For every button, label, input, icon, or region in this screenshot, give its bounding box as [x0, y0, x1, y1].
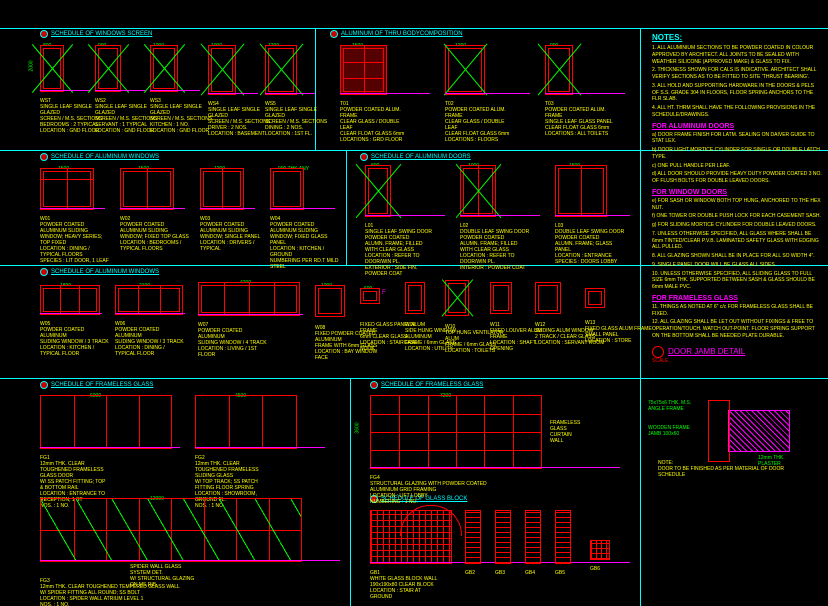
cell-l01: 800 L01 SINGLE LEAF SWING DOOR POWDER CO… [365, 165, 435, 277]
cell-w01: 1500 W01 POWDER COATED ALUMINUM SLIDING … [40, 168, 110, 264]
notes-subhead: FOR FRAMELESS GLASS [652, 295, 822, 302]
cell-gb5: GB5 [555, 510, 571, 576]
cell-w03: 1200 W03 POWDER COATED ALUMINUM SLIDING … [200, 168, 270, 252]
cell-l02: 1000 L02 DOUBLE LEAF SWING DOOR POWDER C… [460, 165, 530, 271]
cell-w06: 2100 W06 POWDER COATED ALUMINUM SLIDING … [115, 285, 185, 357]
cell-t03: 900 T03 POWDER COATED ALUM. FRAME SINGLE… [545, 45, 615, 137]
section-title: SCHEDULE OF ALUMINUM WINDOWS [40, 268, 159, 276]
cell-gb4: GB4 [525, 510, 541, 576]
section-title: SCHEDULE OF FRAMELESS GLASS [370, 381, 483, 389]
cell-t01: 1500 T01 POWDER COATED ALUM. FRAME CLEAR… [340, 45, 410, 143]
cell-w05: 1800 W05 POWDER COATED ALUMINUM SLIDING … [40, 285, 110, 357]
cell-l03: 1500 L03 DOUBLE LEAF SWING DOOR POWDER C… [555, 165, 625, 265]
notes-block: NOTES: 1. ALL ALUMINIUM SECTIONS TO BE P… [652, 30, 822, 364]
rule-v [350, 378, 351, 606]
rule-v [346, 150, 347, 265]
cell-w07: 4200 W07 POWDER COATED ALUMINUM SLIDING … [198, 282, 300, 358]
cad-sheet: SCHEDULE OF WINDOWS SCREEN ALUMINUM OF T… [0, 0, 828, 606]
cell-ws5: 1200 WS5 SINGLE LEAF SINGLE GLAZED SCREE… [265, 45, 335, 137]
section-title: SCHEDULE OF ALUMINUM WINDOWS [40, 153, 159, 161]
cell-fg4: 7200 3600 FRAMELESS GLASS CURTAIN WALL F… [370, 395, 542, 505]
cell-gb3: GB3 [495, 510, 511, 576]
cell-fg1: 6000 FG1 12mm THK. CLEAR TOUGHENED FRAME… [40, 395, 172, 509]
cell-w02: 1500 W02 POWDER COATED ALUMINUM SLIDING … [120, 168, 190, 252]
cell-gb2: GB2 [465, 510, 481, 576]
cell-t02: 1200 T02 POWDER COATED ALUM. FRAME CLEAR… [445, 45, 515, 143]
door-jamb-detail: 75x75x6 THK. M.S. ANGLE FRAME WOODEN FRA… [688, 400, 808, 480]
cell-w13: W13 FIXED GLASS ALUM FRAME SMALL PANEL L… [585, 288, 652, 344]
section-title: SCHEDULE OF FRAMELESS GLASS [40, 381, 153, 389]
notes-subhead: FOR ALUMINUM DOORS [652, 123, 822, 130]
rule-h [0, 378, 828, 379]
notes-subhead: FOR WINDOW DOORS [652, 189, 822, 196]
section-title: SCHEDULE OF ALUMINUM DOORS [360, 153, 471, 161]
cell-fg3: 12000 SPIDER WALL GLASS SYSTEM DET. W/ S… [40, 498, 302, 606]
cell-w04: 900 THK ANY W04 POWDER COATED ALUMINUM S… [270, 168, 340, 270]
cell-gb6: GB6 [590, 540, 610, 572]
rule-h [0, 28, 828, 29]
cell-gb1: GB1 WHITE GLASS BLOCK WALL 190x190x80 CL… [370, 510, 452, 600]
section-title: ALUMINUM OF THRU BODYCOMPOSITION [330, 30, 463, 38]
section-title: SCHEDULE OF WINDOWS SCREEN [40, 30, 152, 38]
notes-title: NOTES: [652, 33, 822, 42]
jamb-detail-title: DOOR JAMB DETAIL [652, 346, 822, 358]
cell-fg2: 4500 FG2 12mm THK. CLEAR TOUGHENED FRAME… [195, 395, 297, 509]
